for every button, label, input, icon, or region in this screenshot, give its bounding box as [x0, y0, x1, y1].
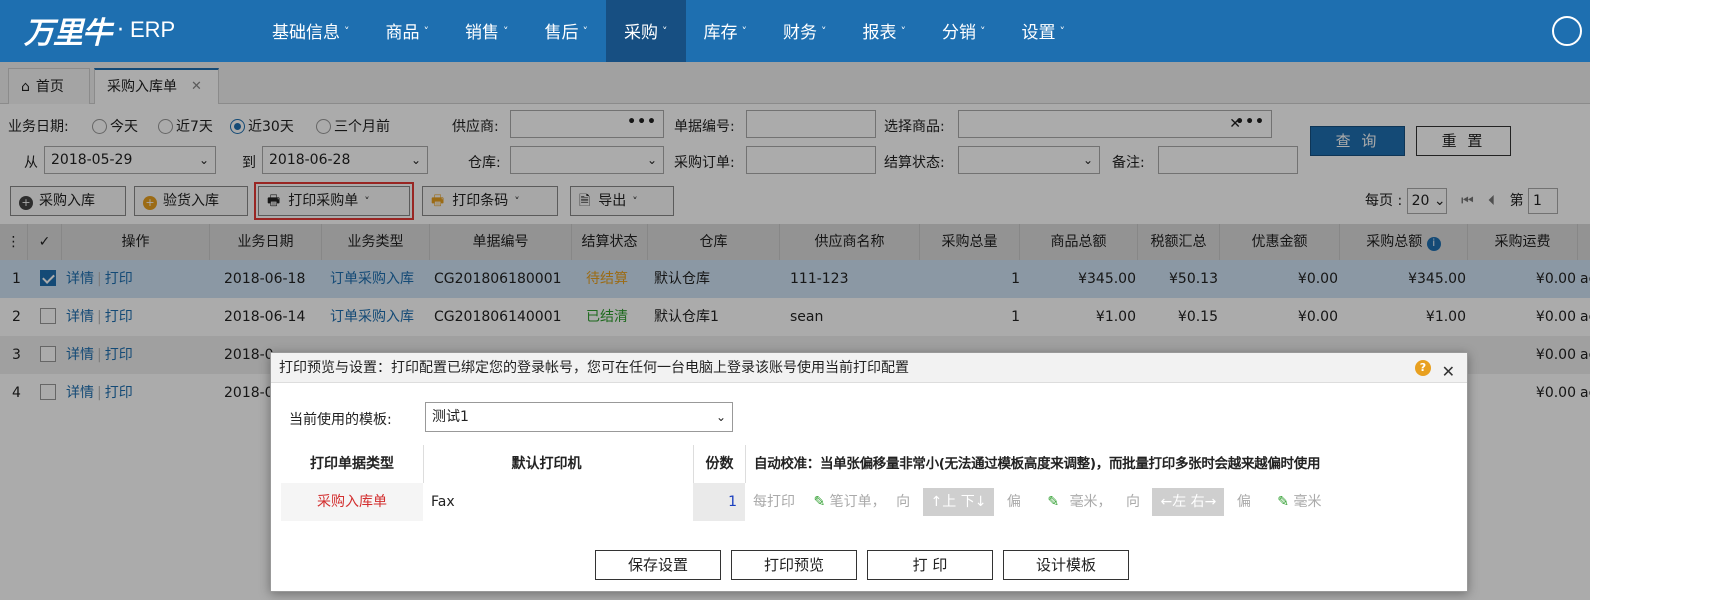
pencil-icon[interactable]: ✎: [813, 494, 825, 510]
nav-label: 基础信息: [272, 23, 340, 43]
nav-label: 分销: [942, 23, 976, 43]
print-button[interactable]: 打 印: [867, 550, 993, 580]
chevron-down-icon: ˅: [582, 25, 589, 38]
chevron-down-icon: ˅: [980, 25, 986, 38]
template-value: 测试1: [432, 409, 469, 425]
nav-item-basic-info[interactable]: 基础信息 ˅: [254, 0, 368, 62]
toward-label: 向: [896, 494, 911, 510]
nav-label: 设置: [1021, 23, 1056, 43]
mm-label: 毫米，: [1069, 494, 1112, 510]
print-settings-dialog: 打印预览与设置：打印配置已绑定您的登录帐号，您可在任何一台电脑上登录该账号使用当…: [270, 352, 1468, 592]
nav-item-purchase[interactable]: 采购 ˅: [606, 0, 686, 62]
pencil-icon[interactable]: ✎: [1047, 494, 1059, 510]
chevron-down-icon: ˅: [741, 25, 748, 38]
doc-type-cell: 采购入库单: [281, 483, 423, 521]
nav-item-sales[interactable]: 销售 ˅: [447, 0, 527, 62]
nav-item-finance[interactable]: 财务 ˅: [765, 0, 845, 62]
template-select[interactable]: 测试1 ⌄: [425, 402, 733, 432]
main-menu: 基础信息 ˅ 商品 ˅ 销售 ˅ 售后 ˅ 采购 ˅ 库存 ˅ 财务 ˅ 报表 ˅ 分销 ˅ 设置…: [254, 0, 1083, 62]
orders-unit-label: 笔订单，: [829, 494, 886, 510]
chevron-down-icon: ⌄: [715, 410, 726, 424]
chevron-down-icon: ˅: [423, 25, 430, 38]
nav-label: 商品: [385, 23, 420, 43]
up-down-toggle[interactable]: ↑上 下↓: [922, 488, 995, 516]
nav-label: 库存: [703, 23, 738, 43]
chevron-down-icon: ˅: [662, 25, 668, 38]
erp-app: 万里牛 · ERP 基础信息 ˅ 商品 ˅ 销售 ˅ 售后 ˅ 采购 ˅ 库存 ˅ 财务 ˅ …: [0, 0, 1590, 600]
offset-label: 偏: [1006, 494, 1021, 510]
copies-input[interactable]: 1: [693, 483, 745, 521]
logo-en-text: ERP: [130, 17, 176, 42]
logo-dot: ·: [117, 17, 124, 43]
dialog-header: 打印预览与设置：打印配置已绑定您的登录帐号，您可在任何一台电脑上登录该账号使用当…: [271, 353, 1467, 383]
column-header: 默认打印机: [423, 445, 669, 483]
top-navbar: 万里牛 · ERP 基础信息 ˅ 商品 ˅ 销售 ˅ 售后 ˅ 采购 ˅ 库存 ˅ 财务 ˅ …: [0, 0, 1590, 62]
toward-label: 向: [1126, 494, 1141, 510]
nav-label: 销售: [465, 23, 499, 43]
pencil-icon[interactable]: ✎: [1277, 494, 1289, 510]
chevron-down-icon: ˅: [900, 25, 907, 38]
each-print-label: 每打印: [753, 494, 795, 510]
logo-cn-text: 万里牛: [24, 16, 112, 51]
printer-cell[interactable]: Fax: [431, 483, 669, 521]
close-icon[interactable]: ✕: [1442, 357, 1455, 387]
calibration-controls: 每打印 ✎ 笔订单， 向 ↑上 下↓ 偏 ✎ 毫米， 向 ←左 右→ 偏 ✎ 毫…: [753, 483, 1461, 521]
chevron-down-icon: ˅: [1059, 25, 1066, 38]
chevron-down-icon: ˅: [503, 25, 509, 38]
column-header: 份数: [693, 445, 745, 483]
nav-item-after-sales[interactable]: 售后 ˅: [527, 0, 607, 62]
nav-item-settings[interactable]: 设置 ˅: [1004, 0, 1084, 62]
mm-label: 毫米: [1293, 494, 1322, 510]
nav-item-products[interactable]: 商品 ˅: [368, 0, 448, 62]
logo[interactable]: 万里牛 · ERP: [24, 10, 176, 51]
dialog-title: 打印预览与设置：打印配置已绑定您的登录帐号，您可在任何一台电脑上登录该账号使用当…: [279, 360, 909, 376]
nav-item-reports[interactable]: 报表 ˅: [845, 0, 925, 62]
nav-label: 报表: [862, 23, 897, 43]
nav-item-inventory[interactable]: 库存 ˅: [686, 0, 766, 62]
nav-label: 售后: [544, 23, 579, 43]
print-preview-button[interactable]: 打印预览: [731, 550, 857, 580]
chevron-down-icon: ˅: [821, 25, 827, 38]
save-settings-button[interactable]: 保存设置: [595, 550, 721, 580]
column-header: 打印单据类型: [310, 456, 394, 472]
left-right-toggle[interactable]: ←左 右→: [1152, 488, 1225, 516]
chevron-down-icon: ˅: [344, 25, 350, 38]
nav-label: 财务: [783, 23, 817, 43]
nav-item-distribution[interactable]: 分销 ˅: [924, 0, 1004, 62]
help-icon[interactable]: ?: [1415, 360, 1431, 376]
user-avatar-icon[interactable]: [1552, 16, 1582, 46]
design-template-button[interactable]: 设计模板: [1003, 550, 1129, 580]
column-header: 自动校准：当单张偏移量非常小(无法通过模板高度来调整)，而批量打印多张时会越来越…: [745, 445, 1461, 483]
offset-label: 偏: [1236, 494, 1251, 510]
template-label: 当前使用的模板:: [289, 412, 392, 428]
nav-label: 采购: [624, 23, 658, 43]
